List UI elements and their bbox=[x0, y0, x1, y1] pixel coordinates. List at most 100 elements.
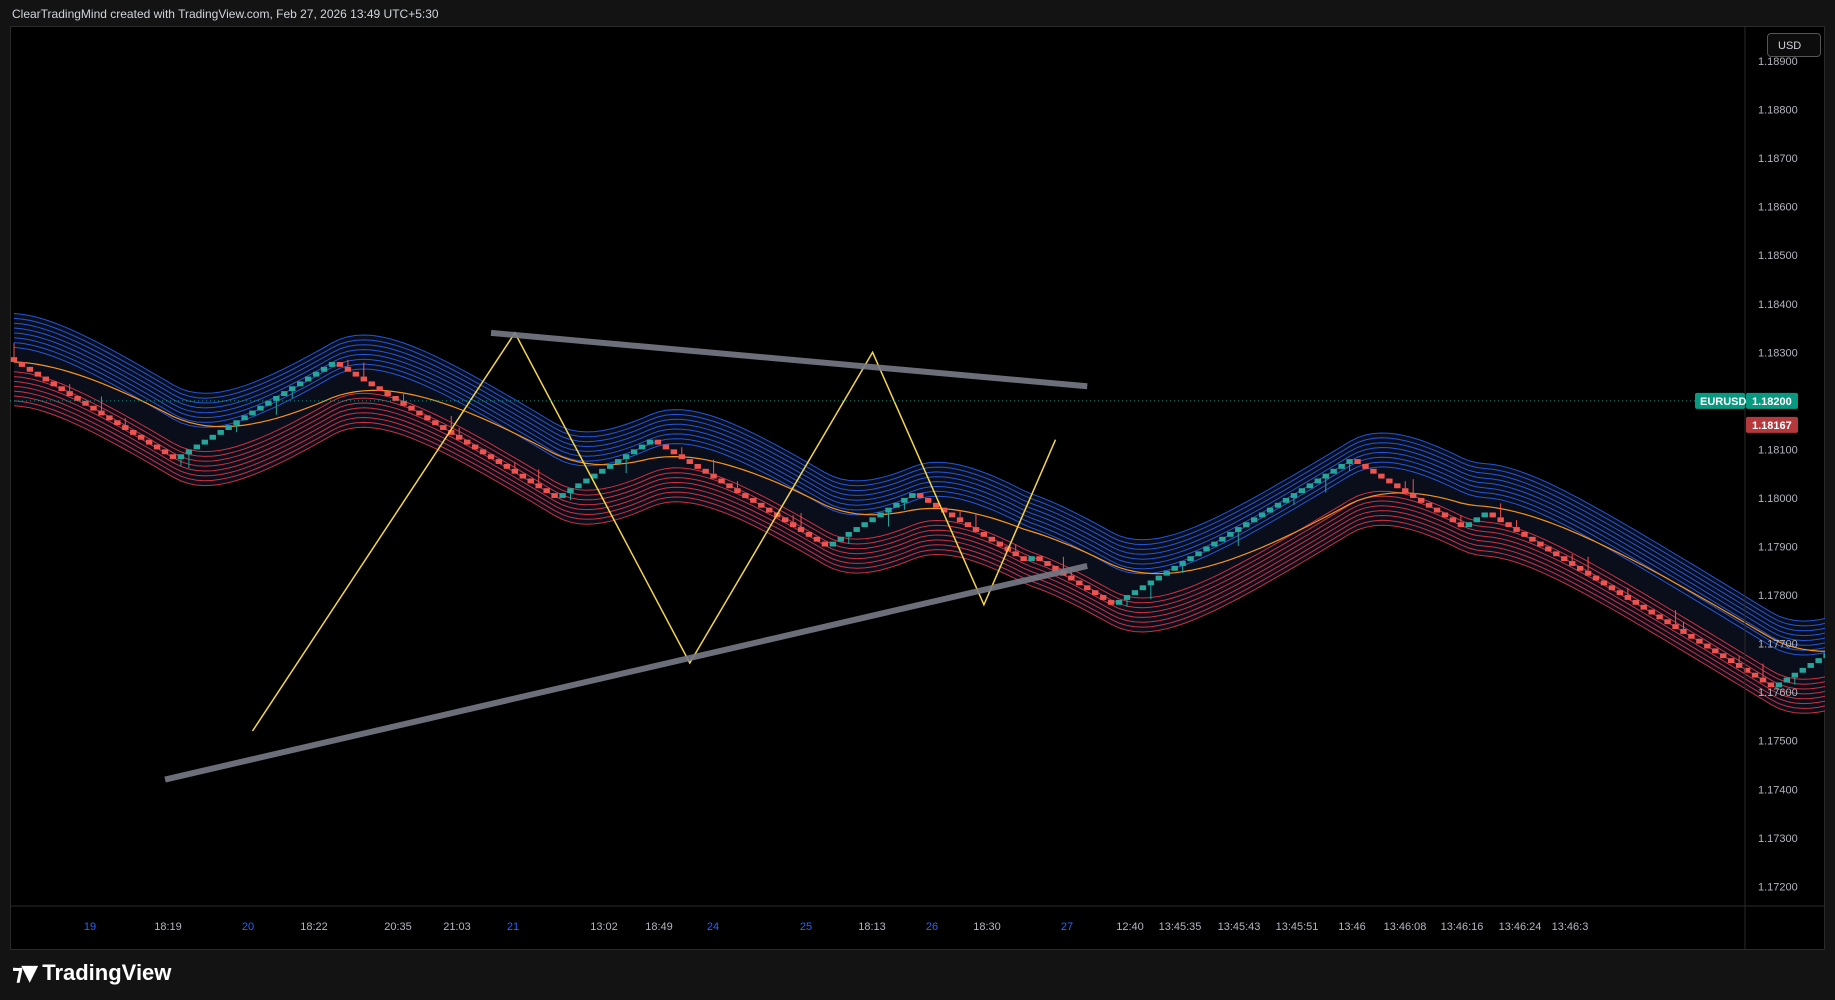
renko-brick bbox=[1648, 609, 1655, 615]
renko-brick bbox=[479, 449, 487, 455]
renko-brick bbox=[153, 444, 161, 450]
renko-brick bbox=[670, 449, 678, 455]
renko-brick bbox=[1171, 565, 1178, 571]
renko-brick bbox=[646, 439, 654, 445]
renko-brick bbox=[10, 357, 18, 363]
renko-brick bbox=[1099, 595, 1107, 600]
time-tick-label: 13:46:3 bbox=[1552, 921, 1589, 933]
renko-brick bbox=[416, 410, 423, 416]
renko-brick bbox=[1807, 663, 1814, 668]
renko-brick bbox=[1672, 624, 1679, 630]
renko-brick bbox=[1211, 541, 1218, 547]
renko-brick bbox=[1473, 517, 1480, 523]
renko-brick bbox=[789, 522, 797, 528]
renko-brick bbox=[1227, 531, 1234, 537]
renko-brick bbox=[758, 502, 765, 508]
renko-brick bbox=[511, 468, 519, 474]
renko-brick bbox=[805, 531, 813, 537]
renko-brick bbox=[161, 449, 169, 455]
renko-brick bbox=[1338, 463, 1345, 469]
renko-brick bbox=[893, 502, 900, 508]
renko-brick bbox=[360, 376, 367, 382]
renko-brick bbox=[1028, 556, 1035, 562]
renko-brick bbox=[26, 366, 34, 372]
time-tick-label: 18:22 bbox=[300, 921, 328, 933]
renko-brick bbox=[1020, 556, 1027, 562]
renko-brick bbox=[1489, 512, 1496, 518]
renko-brick bbox=[1720, 653, 1727, 659]
renko-brick bbox=[368, 381, 375, 387]
price-tick-label: 1.18100 bbox=[1758, 444, 1798, 456]
time-axis[interactable]: 19 18:19 20 18:22 20:35 21:03 21 13:02 18:49 24 25… bbox=[84, 921, 1588, 933]
renko-brick bbox=[925, 497, 932, 503]
renko-brick bbox=[225, 425, 232, 430]
renko-brick bbox=[678, 454, 685, 460]
time-tick-label: 13:02 bbox=[590, 921, 618, 933]
renko-brick bbox=[1791, 672, 1798, 678]
renko-brick bbox=[138, 434, 145, 440]
time-tick-label: 18:49 bbox=[645, 921, 673, 933]
renko-brick bbox=[956, 517, 964, 523]
renko-brick bbox=[1076, 580, 1083, 586]
renko-brick bbox=[583, 478, 590, 484]
renko-brick bbox=[400, 400, 407, 406]
renko-brick bbox=[1092, 590, 1099, 596]
renko-brick bbox=[177, 454, 185, 460]
renko-brick bbox=[559, 493, 566, 498]
renko-brick bbox=[638, 444, 646, 450]
renko-brick bbox=[622, 454, 630, 460]
renko-brick bbox=[1410, 493, 1417, 498]
currency-button[interactable]: USD bbox=[1767, 33, 1821, 57]
renko-brick bbox=[193, 444, 201, 450]
trendline-resistance bbox=[490, 329, 1088, 390]
renko-brick bbox=[471, 444, 479, 450]
renko-brick bbox=[980, 531, 988, 537]
renko-brick bbox=[257, 405, 264, 411]
renko-brick bbox=[1163, 570, 1170, 576]
renko-brick bbox=[1282, 497, 1290, 503]
renko-brick bbox=[233, 420, 240, 426]
band-fill bbox=[14, 313, 1825, 714]
renko-brick bbox=[432, 420, 439, 426]
time-tick-label: 13:46:08 bbox=[1384, 921, 1427, 933]
renko-brick bbox=[1012, 551, 1019, 557]
price-chart[interactable]: 1.189001.188001.187001.186001.185001.184… bbox=[10, 26, 1825, 950]
renko-brick bbox=[185, 449, 193, 455]
renko-brick bbox=[1656, 614, 1663, 620]
renko-brick bbox=[1155, 575, 1162, 581]
renko-brick bbox=[1274, 502, 1282, 508]
renko-brick bbox=[901, 497, 908, 503]
renko-brick bbox=[201, 439, 208, 445]
renko-brick bbox=[90, 405, 97, 411]
renko-brick bbox=[933, 502, 940, 508]
renko-brick bbox=[1378, 473, 1385, 479]
renko-brick bbox=[1195, 551, 1202, 557]
renko-brick bbox=[1402, 488, 1409, 494]
renko-brick bbox=[1712, 648, 1719, 654]
renko-brick bbox=[304, 376, 312, 382]
renko-brick bbox=[336, 362, 344, 367]
price-axis[interactable]: 1.189001.188001.187001.186001.185001.184… bbox=[1758, 56, 1798, 893]
renko-brick bbox=[1688, 633, 1695, 639]
renko-brick bbox=[988, 536, 996, 542]
renko-brick bbox=[344, 366, 352, 372]
renko-brick bbox=[781, 517, 789, 523]
price-tick-label: 1.17700 bbox=[1758, 639, 1798, 651]
renko-brick bbox=[1783, 677, 1791, 683]
renko-brick bbox=[909, 493, 916, 498]
tradingview-logo[interactable]: ⁊▼ TradingView bbox=[12, 960, 171, 986]
renko-brick bbox=[209, 434, 216, 440]
renko-brick bbox=[1728, 658, 1735, 664]
renko-brick bbox=[742, 493, 749, 498]
renko-brick bbox=[718, 478, 725, 484]
footer-bar bbox=[0, 950, 1835, 1000]
time-tick-label: 13:45:43 bbox=[1218, 921, 1261, 933]
renko-brick bbox=[1123, 595, 1131, 600]
time-tick-label: 21:03 bbox=[443, 921, 471, 933]
renko-brick bbox=[1664, 619, 1671, 625]
renko-brick bbox=[797, 527, 805, 532]
renko-brick bbox=[1251, 517, 1258, 523]
renko-brick bbox=[1036, 556, 1043, 562]
renko-brick bbox=[1433, 507, 1441, 513]
price-tick-label: 1.18800 bbox=[1758, 105, 1798, 117]
